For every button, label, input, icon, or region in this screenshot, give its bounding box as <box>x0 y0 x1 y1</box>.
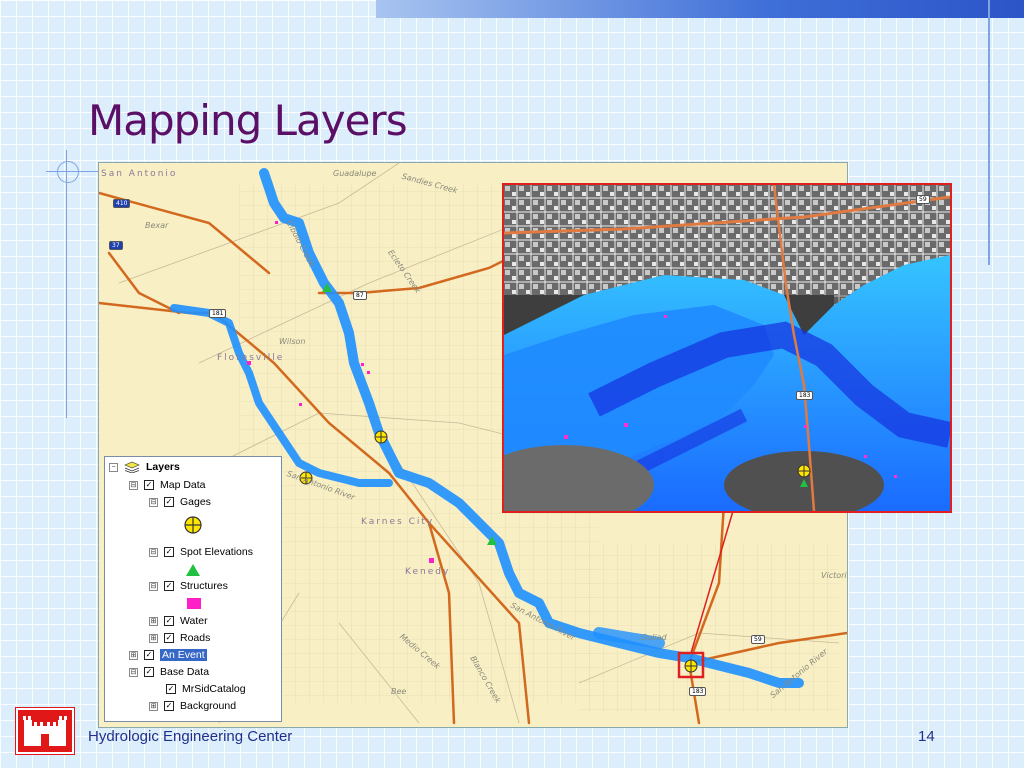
collapse-toggle[interactable]: ⊟ <box>129 667 138 677</box>
layer-label: Background <box>180 700 237 712</box>
route-shield: 59 <box>751 635 765 644</box>
layer-checkbox[interactable]: ✓ <box>164 497 174 507</box>
layers-stack-icon <box>124 461 140 473</box>
expand-toggle[interactable]: ⊞ <box>129 650 138 660</box>
inset-route-shield: 183 <box>796 391 814 400</box>
triangle-icon <box>186 564 200 576</box>
layer-row-base-data[interactable]: ⊟ ✓ Base Data <box>129 666 209 678</box>
expand-toggle[interactable]: ⊞ <box>149 616 158 626</box>
layer-checkbox[interactable]: ✓ <box>164 633 174 643</box>
layer-checkbox[interactable]: ✓ <box>164 581 174 591</box>
layer-checkbox[interactable]: ✓ <box>144 667 154 677</box>
county-label: Victoria <box>821 571 847 580</box>
route-shield: 87 <box>353 291 367 300</box>
county-label: Bee <box>391 687 407 696</box>
layer-label: Structures <box>180 580 228 592</box>
layer-checkbox[interactable]: ✓ <box>144 650 154 660</box>
collapse-toggle[interactable]: ⊟ <box>149 497 158 507</box>
layer-row-water[interactable]: ⊞ ✓ Water <box>149 615 208 627</box>
gage-marker <box>374 430 388 444</box>
city-label: San Antonio <box>101 169 178 179</box>
left-decor-line <box>66 150 67 418</box>
slide-title: Mapping Layers <box>88 96 408 145</box>
route-shield: 410 <box>113 199 131 208</box>
top-decor-bar <box>376 0 1024 18</box>
city-label: Kenedy <box>405 567 451 577</box>
layer-row-mrsidcatalog[interactable]: ✓ MrSidCatalog <box>166 683 246 695</box>
square-icon <box>187 598 201 609</box>
castle-icon <box>23 716 67 746</box>
collapse-toggle[interactable]: ⊟ <box>149 547 158 557</box>
layer-label: An Event <box>160 649 207 661</box>
county-label: Guadalupe <box>333 169 377 178</box>
page-number: 14 <box>918 728 935 745</box>
decor-circle <box>57 161 79 183</box>
layer-row-spot-elevations[interactable]: ⊟ ✓ Spot Elevations <box>149 546 253 558</box>
route-shield: 37 <box>109 241 123 250</box>
expand-toggle[interactable]: ⊞ <box>149 701 158 711</box>
layer-row-gages[interactable]: ⊟ ✓ Gages <box>149 496 211 508</box>
route-shield: 183 <box>689 687 707 696</box>
layer-label: Base Data <box>160 666 210 678</box>
layer-label: MrSidCatalog <box>182 683 246 695</box>
layer-row-map-data[interactable]: ⊟ ✓ Map Data <box>129 479 206 491</box>
right-decor-line <box>988 0 990 265</box>
castle-logo <box>16 708 74 754</box>
county-label: Bexar <box>145 221 169 230</box>
layers-title: Layers <box>146 461 180 473</box>
layer-row-an-event[interactable]: ⊞ ✓ An Event <box>129 649 207 661</box>
collapse-toggle[interactable]: ⊟ <box>149 581 158 591</box>
layer-checkbox[interactable]: ✓ <box>144 480 154 490</box>
layer-label: Spot Elevations <box>180 546 253 558</box>
layers-panel[interactable]: − Layers ⊟ ✓ Map Data ⊟ ✓ Gages ⊟ ✓ Spot… <box>104 456 282 722</box>
collapse-toggle[interactable]: − <box>109 462 118 472</box>
gage-icon <box>184 516 202 534</box>
collapse-toggle[interactable]: ⊟ <box>129 480 138 490</box>
layers-root[interactable]: − Layers <box>109 461 180 473</box>
layer-label: Roads <box>180 632 211 644</box>
county-label: Goliad <box>641 633 667 642</box>
layer-checkbox[interactable]: ✓ <box>164 547 174 557</box>
layer-checkbox[interactable]: ✓ <box>166 684 176 694</box>
city-label: Floresville <box>217 353 285 363</box>
expand-toggle[interactable]: ⊞ <box>149 633 158 643</box>
layer-row-structures[interactable]: ⊟ ✓ Structures <box>149 580 228 592</box>
footer-org-name: Hydrologic Engineering Center <box>88 728 293 745</box>
layer-checkbox[interactable]: ✓ <box>164 701 174 711</box>
layer-label: Map Data <box>160 479 206 491</box>
layer-label: Gages <box>180 496 211 508</box>
inset-canvas <box>504 185 950 511</box>
layer-row-roads[interactable]: ⊞ ✓ Roads <box>149 632 210 644</box>
county-label: Wilson <box>279 337 306 346</box>
city-label: Karnes City <box>361 517 435 527</box>
aerial-inset-map[interactable]: 59 183 <box>502 183 952 513</box>
layer-label: Water <box>180 615 208 627</box>
inset-route-shield: 59 <box>916 195 930 204</box>
layer-checkbox[interactable]: ✓ <box>164 616 174 626</box>
gage-marker <box>684 659 698 673</box>
route-shield: 181 <box>209 309 227 318</box>
layer-row-background[interactable]: ⊞ ✓ Background <box>149 700 236 712</box>
